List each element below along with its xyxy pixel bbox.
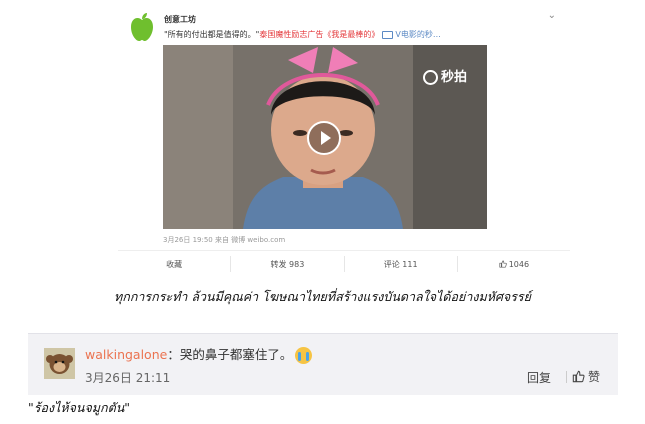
comment-username[interactable]: walkingalone xyxy=(85,347,167,362)
comment-content: walkingalone：哭的鼻子都塞住了。 xyxy=(85,344,313,364)
post-quote: "所有的付出都是值得的。" xyxy=(164,30,260,39)
post-text: "所有的付出都是值得的。"泰国魔性励志广告《我是最棒的》 V电影的秒… xyxy=(164,29,554,40)
like-button[interactable]: 1046 xyxy=(458,256,570,272)
post-action-bar: 收藏 转发 983 评论 111 1046 xyxy=(118,250,570,277)
thumbs-up-icon xyxy=(499,260,507,268)
crying-emoji-icon xyxy=(295,347,313,364)
video-player[interactable]: 秒拍 xyxy=(163,45,487,229)
favorite-button[interactable]: 收藏 xyxy=(118,256,232,272)
post-meta: 3月26日 19:50 来自 微博 weibo.com xyxy=(163,236,286,244)
comment-item: walkingalone：哭的鼻子都塞住了。 3月26日 21:11 回复 赞 xyxy=(28,333,618,395)
comment-button[interactable]: 评论 111 xyxy=(345,256,458,272)
play-button[interactable] xyxy=(307,121,341,155)
video-link[interactable]: V电影的秒… xyxy=(395,30,440,39)
video-link-icon xyxy=(382,30,394,39)
user-avatar[interactable] xyxy=(44,348,75,379)
chevron-down-icon[interactable]: ⌄ xyxy=(548,10,556,21)
weibo-post-card: 创意工坊 ⌄ "所有的付出都是值得的。"泰国魔性励志广告《我是最棒的》 V电影的秒… xyxy=(118,0,570,276)
comment-text: ：哭的鼻子都塞住了。 xyxy=(167,347,293,362)
post-author[interactable]: 创意工坊 xyxy=(164,14,196,25)
thai-caption-top: ทุกการกระทำ ล้วนมีคุณค่า โฆษณาไทยที่สร้า… xyxy=(114,289,531,304)
comment-like-button[interactable]: 赞 xyxy=(572,368,600,385)
ad-title-link[interactable]: 广告《我是最棒的》 xyxy=(307,30,379,39)
comment-like-label: 赞 xyxy=(588,370,601,384)
thumbs-up-icon xyxy=(572,370,585,383)
miaopai-logo-icon xyxy=(422,70,438,85)
like-count: 1046 xyxy=(508,259,530,269)
miaopai-watermark: 秒拍 xyxy=(422,66,467,85)
action-divider xyxy=(566,371,567,383)
reply-button[interactable]: 回复 xyxy=(527,369,551,386)
topic-link[interactable]: 泰国魔性励志 xyxy=(259,30,307,39)
comment-timestamp: 3月26日 21:11 xyxy=(85,371,171,385)
apple-logo-avatar[interactable] xyxy=(128,12,156,42)
repost-button[interactable]: 转发 983 xyxy=(231,256,345,272)
thai-caption-bottom: "ร้องไห้จนจมูกตัน" xyxy=(28,400,131,415)
